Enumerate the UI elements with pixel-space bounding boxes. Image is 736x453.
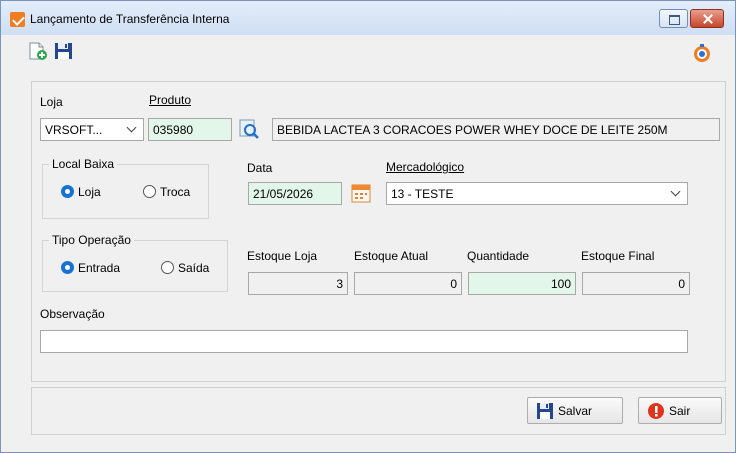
quantidade-label: Quantidade — [467, 249, 530, 263]
exit-button-label: Sair — [669, 404, 691, 418]
estoque-final-field: 0 — [582, 272, 690, 295]
local-baixa-troca-radio[interactable]: Troca — [143, 184, 190, 200]
radio-unselected-indicator — [143, 185, 156, 199]
floppy-disk-icon — [55, 43, 72, 59]
window-title: Lançamento de Transferência Interna — [30, 12, 230, 26]
produto-description-field: BEBIDA LACTEA 3 CORACOES POWER WHEY DOCE… — [272, 118, 720, 141]
mercadologico-select[interactable]: 13 - TESTE — [386, 182, 688, 205]
tipo-operacao-saida-label: Saída — [178, 260, 210, 275]
estoque-atual-label: Estoque Atual — [354, 249, 429, 263]
window-content: Loja Produto VRSOFT... 035980 BEBIDA LAC… — [11, 35, 726, 445]
radio-selected-indicator — [61, 185, 74, 199]
estoque-loja-label: Estoque Loja — [247, 249, 318, 263]
loja-label: Loja — [40, 95, 63, 109]
data-label: Data — [247, 161, 273, 175]
save-button[interactable]: Salvar — [527, 397, 623, 424]
local-baixa-loja-label: Loja — [78, 184, 101, 199]
observacao-label: Observação — [40, 307, 105, 321]
calendar-button[interactable] — [350, 182, 372, 204]
floppy-disk-icon — [537, 403, 553, 419]
timer-icon[interactable] — [692, 43, 712, 63]
loja-select-value: VRSOFT... — [45, 123, 103, 137]
tipo-operacao-title: Tipo Operação — [49, 233, 134, 247]
estoque-final-label: Estoque Final — [581, 249, 655, 263]
tipo-operacao-entrada-label: Entrada — [78, 260, 121, 275]
local-baixa-group: Local Baixa Loja Troca — [42, 157, 209, 219]
new-button[interactable] — [27, 41, 49, 61]
observacao-input[interactable] — [40, 330, 688, 353]
footer-panel: Salvar Sair — [31, 387, 726, 435]
quantidade-input[interactable]: 100 — [468, 272, 576, 295]
minimize-button[interactable] — [659, 9, 688, 28]
produto-label[interactable]: Produto — [149, 93, 191, 107]
mercadologico-label[interactable]: Mercadológico — [386, 160, 464, 174]
product-search-button[interactable] — [238, 118, 260, 140]
save-button-label: Salvar — [558, 404, 593, 418]
calendar-icon — [351, 184, 371, 203]
local-baixa-troca-label: Troca — [160, 184, 191, 199]
tipo-operacao-group: Tipo Operação Entrada Saída — [42, 233, 228, 292]
loja-select[interactable]: VRSOFT... — [40, 118, 144, 141]
new-document-icon — [29, 42, 47, 60]
tipo-operacao-entrada-radio[interactable]: Entrada — [61, 260, 120, 276]
tipo-operacao-saida-radio[interactable]: Saída — [161, 260, 209, 276]
exit-button[interactable]: Sair — [638, 397, 722, 424]
app-icon — [10, 12, 25, 27]
title-bar: Lançamento de Transferência Interna — [1, 1, 735, 35]
produto-code-input[interactable]: 035980 — [148, 118, 232, 141]
close-button[interactable] — [690, 9, 724, 28]
data-input[interactable]: 21/05/2026 — [248, 182, 342, 205]
radio-selected-indicator — [61, 261, 74, 275]
estoque-loja-field: 3 — [248, 272, 348, 295]
save-toolbar-button[interactable] — [53, 41, 75, 61]
search-icon — [239, 119, 259, 139]
radio-unselected-indicator — [161, 261, 174, 275]
mercadologico-select-value: 13 - TESTE — [391, 187, 454, 201]
local-baixa-title: Local Baixa — [49, 157, 118, 171]
app-window: Lançamento de Transferência Interna Loja… — [0, 0, 736, 453]
local-baixa-loja-radio[interactable]: Loja — [61, 184, 101, 200]
exit-icon — [648, 403, 664, 419]
estoque-atual-field: 0 — [354, 272, 462, 295]
form-panel: Loja Produto VRSOFT... 035980 BEBIDA LAC… — [31, 81, 726, 382]
